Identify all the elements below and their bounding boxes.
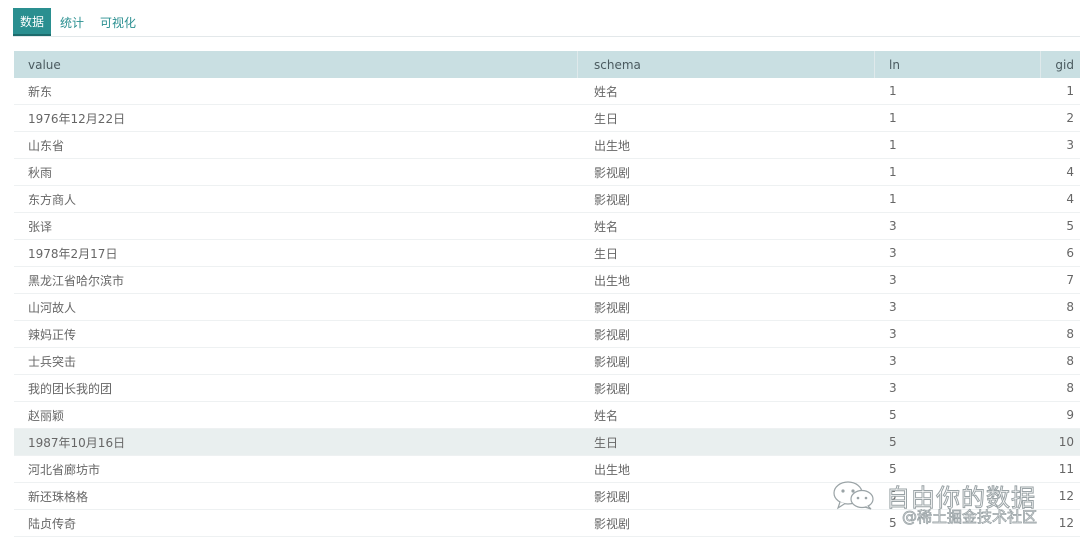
cell-value: 新东 xyxy=(28,84,53,99)
table-body: 新东 姓名 1 1 1976年12月22日 生日 1 2 山东省 出生地 1 3 秋雨 影视剧 1 4 东方商人… xyxy=(14,78,1080,537)
cell-schema: 出生地 xyxy=(594,462,631,477)
table-row[interactable]: 山河故人 影视剧 3 8 xyxy=(14,294,1080,321)
cell-value: 东方商人 xyxy=(28,192,77,207)
cell-ln: 3 xyxy=(889,327,897,341)
cell-ln: 3 xyxy=(889,354,897,368)
cell-value: 赵丽颖 xyxy=(28,408,65,423)
cell-value: 1987年10月16日 xyxy=(28,435,126,450)
cell-gid: 5 xyxy=(1066,219,1074,233)
cell-gid: 2 xyxy=(1066,111,1074,125)
cell-ln: 1 xyxy=(889,111,897,125)
cell-gid: 8 xyxy=(1066,354,1074,368)
cell-schema: 影视剧 xyxy=(594,489,631,504)
cell-ln: 1 xyxy=(889,138,897,152)
table-header: value schema ln gid xyxy=(14,51,1080,78)
cell-gid: 8 xyxy=(1066,381,1074,395)
cell-value: 山河故人 xyxy=(28,300,77,315)
table-row[interactable]: 山东省 出生地 1 3 xyxy=(14,132,1080,159)
cell-ln: 1 xyxy=(889,192,897,206)
table-row[interactable]: 黑龙江省哈尔滨市 出生地 3 7 xyxy=(14,267,1080,294)
page: 数据 统计 可视化 value schema ln gid 新东 姓名 1 1 1976… xyxy=(0,0,1080,541)
cell-ln: 3 xyxy=(889,246,897,260)
cell-schema: 生日 xyxy=(594,246,619,261)
cell-value: 我的团长我的团 xyxy=(28,381,113,396)
cell-gid: 1 xyxy=(1066,84,1074,98)
tab-statistics[interactable]: 统计 xyxy=(53,8,91,36)
table-row[interactable]: 新还珠格格 影视剧 5 12 xyxy=(14,483,1080,510)
cell-gid: 10 xyxy=(1058,435,1074,449)
cell-gid: 9 xyxy=(1066,408,1074,422)
cell-gid: 12 xyxy=(1058,516,1074,530)
cell-value: 辣妈正传 xyxy=(28,327,77,342)
cell-gid: 4 xyxy=(1066,192,1074,206)
cell-ln: 3 xyxy=(889,300,897,314)
cell-schema: 影视剧 xyxy=(594,192,631,207)
cell-gid: 11 xyxy=(1058,462,1074,476)
cell-ln: 3 xyxy=(889,219,897,233)
table-row[interactable]: 新东 姓名 1 1 xyxy=(14,78,1080,105)
cell-gid: 6 xyxy=(1066,246,1074,260)
cell-schema: 影视剧 xyxy=(594,354,631,369)
table-row[interactable]: 1978年2月17日 生日 3 6 xyxy=(14,240,1080,267)
cell-ln: 3 xyxy=(889,273,897,287)
cell-gid: 12 xyxy=(1058,489,1074,503)
cell-value: 1978年2月17日 xyxy=(28,246,118,261)
table-row[interactable]: 1987年10月16日 生日 5 10 xyxy=(14,429,1080,456)
table-row[interactable]: 张译 姓名 3 5 xyxy=(14,213,1080,240)
cell-ln: 5 xyxy=(889,489,897,503)
table-row[interactable]: 河北省廊坊市 出生地 5 11 xyxy=(14,456,1080,483)
cell-schema: 出生地 xyxy=(594,273,631,288)
column-header-ln[interactable]: ln xyxy=(874,51,1040,78)
cell-ln: 1 xyxy=(889,84,897,98)
cell-value: 新还珠格格 xyxy=(28,489,89,504)
cell-value: 山东省 xyxy=(28,138,65,153)
cell-gid: 8 xyxy=(1066,300,1074,314)
cell-value: 陆贞传奇 xyxy=(28,516,77,531)
cell-value: 张译 xyxy=(28,219,53,234)
cell-gid: 7 xyxy=(1066,273,1074,287)
table-row[interactable]: 士兵突击 影视剧 3 8 xyxy=(14,348,1080,375)
cell-ln: 5 xyxy=(889,462,897,476)
cell-schema: 影视剧 xyxy=(594,327,631,342)
tab-data[interactable]: 数据 xyxy=(13,8,52,36)
cell-schema: 影视剧 xyxy=(594,516,631,531)
view-tabs: 数据 统计 可视化 xyxy=(13,8,145,36)
table-row[interactable]: 秋雨 影视剧 1 4 xyxy=(14,159,1080,186)
cell-ln: 5 xyxy=(889,516,897,530)
data-table: value schema ln gid 新东 姓名 1 1 1976年12月22日 生日 1… xyxy=(14,51,1080,537)
cell-value: 秋雨 xyxy=(28,165,53,180)
table-row[interactable]: 东方商人 影视剧 1 4 xyxy=(14,186,1080,213)
cell-value: 河北省廊坊市 xyxy=(28,462,101,477)
cell-value: 黑龙江省哈尔滨市 xyxy=(28,273,125,288)
cell-gid: 8 xyxy=(1066,327,1074,341)
tab-visualization[interactable]: 可视化 xyxy=(93,8,143,36)
table-row[interactable]: 我的团长我的团 影视剧 3 8 xyxy=(14,375,1080,402)
cell-ln: 1 xyxy=(889,165,897,179)
tabs-divider xyxy=(13,36,1080,37)
column-header-schema[interactable]: schema xyxy=(577,51,874,78)
column-header-gid[interactable]: gid xyxy=(1040,51,1080,78)
cell-schema: 姓名 xyxy=(594,408,619,423)
table-row[interactable]: 赵丽颖 姓名 5 9 xyxy=(14,402,1080,429)
cell-gid: 4 xyxy=(1066,165,1074,179)
cell-ln: 5 xyxy=(889,408,897,422)
cell-schema: 影视剧 xyxy=(594,381,631,396)
cell-schema: 影视剧 xyxy=(594,300,631,315)
cell-schema: 姓名 xyxy=(594,219,619,234)
column-header-value[interactable]: value xyxy=(14,51,577,78)
cell-schema: 影视剧 xyxy=(594,165,631,180)
cell-schema: 生日 xyxy=(594,435,619,450)
cell-schema: 姓名 xyxy=(594,84,619,99)
cell-schema: 出生地 xyxy=(594,138,631,153)
cell-value: 1976年12月22日 xyxy=(28,111,126,126)
table-row[interactable]: 1976年12月22日 生日 1 2 xyxy=(14,105,1080,132)
cell-ln: 5 xyxy=(889,435,897,449)
cell-gid: 3 xyxy=(1066,138,1074,152)
cell-ln: 3 xyxy=(889,381,897,395)
cell-schema: 生日 xyxy=(594,111,619,126)
cell-value: 士兵突击 xyxy=(28,354,77,369)
table-row[interactable]: 辣妈正传 影视剧 3 8 xyxy=(14,321,1080,348)
table-row[interactable]: 陆贞传奇 影视剧 5 12 xyxy=(14,510,1080,537)
